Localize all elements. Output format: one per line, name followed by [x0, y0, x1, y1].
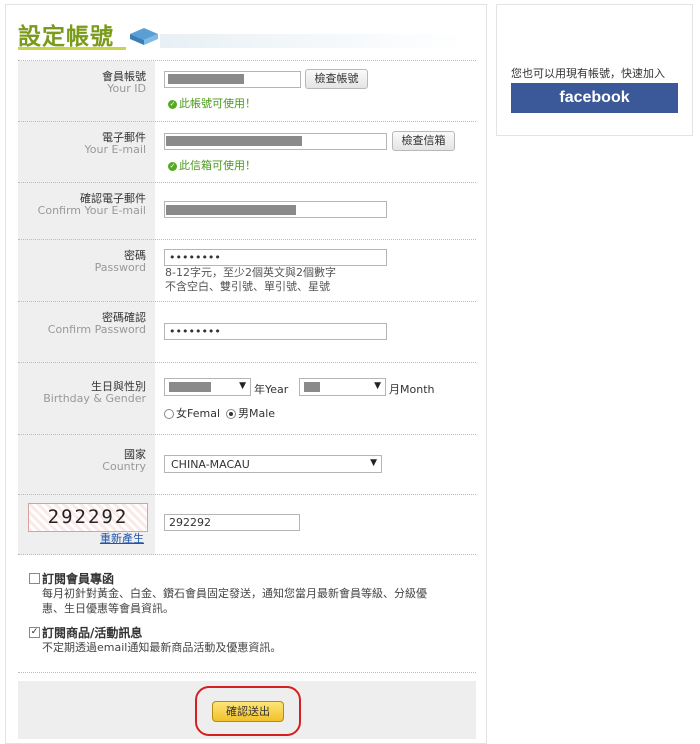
check-account-button[interactable]: 檢查帳號: [305, 69, 368, 89]
redacted-account: [168, 74, 244, 84]
birthday-label-en: Birthday & Gender: [43, 392, 146, 405]
divider: [18, 672, 476, 673]
book-icon: [130, 28, 158, 45]
redacted-year: [169, 382, 211, 392]
year-unit: 年Year: [254, 383, 289, 396]
country-label-en: Country: [102, 460, 146, 473]
title-underline: [18, 47, 126, 50]
chevron-down-icon: ▼: [374, 381, 381, 391]
birth-month-select[interactable]: ▼: [299, 378, 386, 396]
regenerate-captcha-link[interactable]: 重新產生: [100, 530, 144, 546]
subscribe-newsletter-checkbox[interactable]: [29, 573, 40, 584]
confirm-email-label-en: Confirm Your E-mail: [37, 204, 146, 217]
check-icon: ✓: [168, 161, 177, 171]
gender-male-option[interactable]: 男Male: [226, 405, 275, 421]
subscribe-promotions-desc: 不定期透過email通知最新商品活動及優惠資訊。: [42, 641, 282, 654]
email-status: ✓ 此信箱可使用！: [168, 159, 256, 172]
social-login-text: 您也可以用現有帳號，快速加入: [511, 67, 665, 80]
redacted-confirm-email: [166, 205, 296, 215]
country-select[interactable]: CHINA-MACAU ▼: [164, 455, 382, 473]
subscribe-newsletter-desc: 每月初針對黃金、白金、鑽石會員固定發送，通知您當月最新會員等級、分級優 惠、生日…: [42, 587, 427, 615]
chevron-down-icon: ▼: [239, 381, 246, 391]
birth-year-select[interactable]: ▼: [164, 378, 251, 396]
subscribe-promotions-title: 訂閱商品/活動訊息: [42, 626, 143, 640]
subscribe-promotions-checkbox[interactable]: ✓: [29, 627, 40, 638]
confirm-password-input[interactable]: ••••••••: [164, 323, 387, 340]
password-input[interactable]: ••••••••: [164, 249, 387, 266]
account-label-en: Your ID: [107, 82, 146, 95]
redacted-email: [166, 136, 302, 146]
redacted-month: [304, 382, 320, 392]
birthday-row: 生日與性別 Birthday & Gender: [18, 362, 476, 435]
subscribe-newsletter-title: 訂閱會員專函: [42, 572, 115, 586]
check-email-button[interactable]: 檢查信箱: [392, 131, 455, 151]
password-hint: 8-12字元，至少2個英文與2個數字 不含空白、雙引號、單引號、星號: [165, 266, 336, 293]
month-unit: 月Month: [389, 383, 435, 396]
captcha-input[interactable]: 292292: [164, 514, 300, 531]
title-decoration: [160, 34, 465, 48]
page-title: 設定帳號: [18, 24, 114, 50]
facebook-login-button[interactable]: facebook: [511, 83, 678, 113]
male-radio[interactable]: [226, 409, 236, 419]
check-icon: ✓: [168, 99, 177, 109]
captcha-image: 292292: [28, 503, 148, 532]
account-status: ✓ 此帳號可使用！: [168, 97, 256, 110]
female-radio[interactable]: [164, 409, 174, 419]
chevron-down-icon: ▼: [370, 458, 377, 468]
email-label-en: Your E-mail: [84, 143, 146, 156]
divider: [18, 554, 476, 555]
confirm-password-label-en: Confirm Password: [47, 323, 146, 336]
gender-female-option[interactable]: 女Femal: [164, 405, 220, 421]
highlight-circle: [195, 686, 301, 736]
account-row: 會員帳號 Your ID: [18, 60, 476, 122]
password-label-en: Password: [94, 261, 146, 274]
